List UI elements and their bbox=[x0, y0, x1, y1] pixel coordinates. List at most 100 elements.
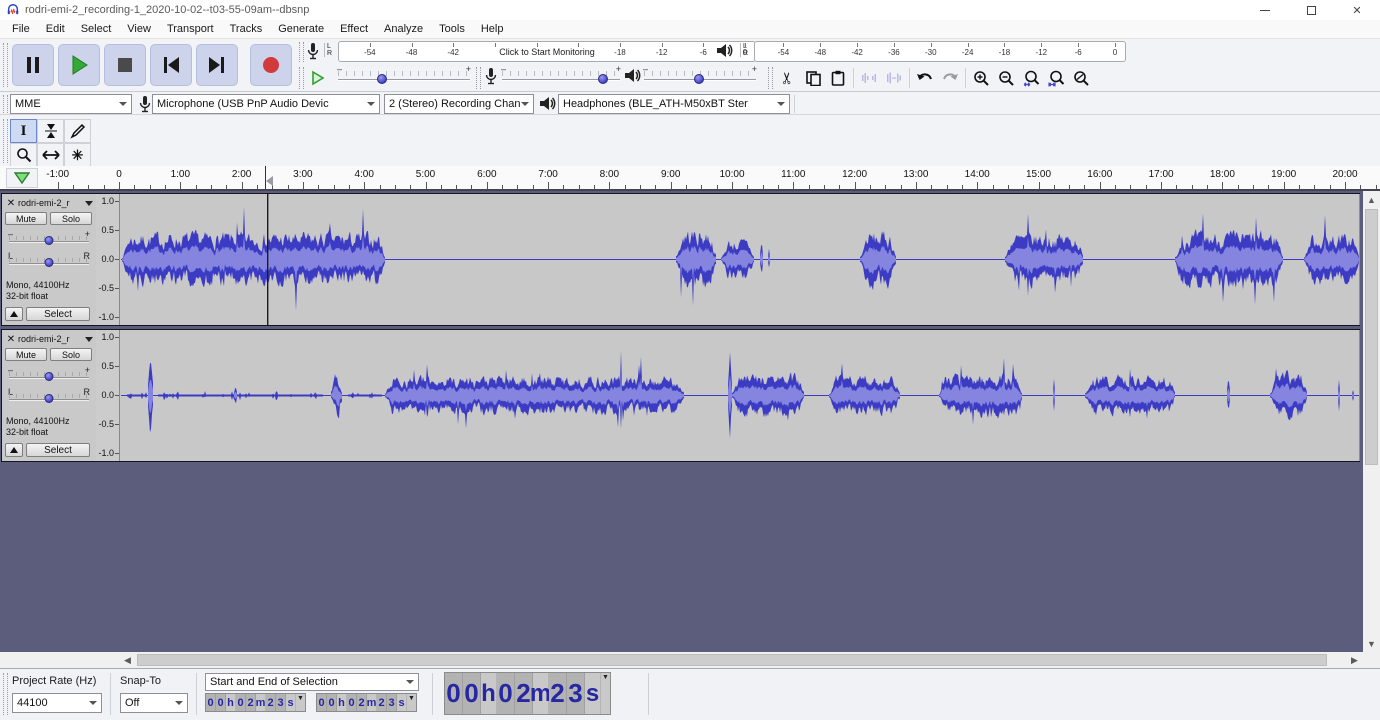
zoom-in-button[interactable] bbox=[969, 66, 993, 90]
scroll-left-arrow[interactable]: ◀ bbox=[119, 652, 136, 668]
recording-volume-slider[interactable]: –+ bbox=[502, 68, 620, 86]
skip-to-end-button[interactable] bbox=[196, 44, 238, 86]
menu-effect[interactable]: Effect bbox=[332, 21, 376, 37]
menu-generate[interactable]: Generate bbox=[270, 21, 332, 37]
mute-button[interactable]: Mute bbox=[5, 348, 47, 361]
selection-toolbar-grip[interactable] bbox=[3, 673, 8, 715]
recording-meter[interactable]: -54-48-42-18-12-60 Click to Start Monito… bbox=[338, 41, 756, 62]
pause-button[interactable] bbox=[12, 44, 54, 86]
collapse-track-button[interactable] bbox=[5, 307, 23, 321]
collapse-track-button[interactable] bbox=[5, 443, 23, 457]
play-button[interactable] bbox=[58, 44, 100, 86]
time-digit[interactable]: 2 bbox=[549, 673, 567, 714]
zoom-out-button[interactable] bbox=[994, 66, 1018, 90]
time-digit[interactable]: 0 bbox=[236, 694, 246, 711]
menu-tools[interactable]: Tools bbox=[431, 21, 473, 37]
monitor-prompt[interactable]: Click to Start Monitoring bbox=[494, 47, 600, 57]
time-digit[interactable]: 3 bbox=[387, 694, 397, 711]
minimize-button[interactable] bbox=[1242, 0, 1288, 20]
gain-slider[interactable]: –+ bbox=[9, 232, 89, 248]
record-button[interactable] bbox=[250, 44, 292, 86]
time-unit[interactable]: m bbox=[367, 694, 377, 711]
scroll-down-arrow[interactable]: ▼ bbox=[1363, 635, 1380, 652]
selection-end-field[interactable]: 00h02m23s▼ bbox=[316, 693, 417, 712]
selection-start-field[interactable]: 00h02m23s▼ bbox=[205, 693, 306, 712]
tools-toolbar-grip[interactable] bbox=[3, 119, 8, 163]
envelope-tool-button[interactable] bbox=[37, 119, 64, 143]
multi-tool-button[interactable]: ✳ bbox=[64, 143, 91, 167]
vertical-scale-ruler[interactable]: 1.00.50.0-0.5-1.0 bbox=[96, 330, 120, 461]
menu-analyze[interactable]: Analyze bbox=[376, 21, 431, 37]
cut-button[interactable]: ✂ bbox=[776, 66, 800, 90]
edit-toolbar-grip[interactable] bbox=[768, 67, 773, 89]
playback-volume-thumb[interactable] bbox=[694, 74, 704, 84]
track-close-button[interactable]: ✕ bbox=[5, 197, 17, 209]
time-shift-tool-button[interactable] bbox=[37, 143, 64, 167]
play-speed-slider[interactable]: –+ bbox=[338, 68, 470, 86]
draw-tool-button[interactable] bbox=[64, 119, 91, 143]
project-rate-select[interactable]: 44100 bbox=[12, 693, 102, 713]
time-digit[interactable]: 0 bbox=[206, 694, 216, 711]
recording-meter-grip[interactable] bbox=[299, 42, 304, 62]
time-unit[interactable]: m bbox=[533, 673, 549, 714]
play-at-speed-grip[interactable] bbox=[299, 67, 304, 89]
menu-edit[interactable]: Edit bbox=[38, 21, 73, 37]
time-digit[interactable]: 2 bbox=[246, 694, 256, 711]
mixer-toolbar-grip[interactable] bbox=[476, 67, 481, 89]
selection-mode-select[interactable]: Start and End of Selection bbox=[205, 673, 419, 691]
time-digit[interactable]: 0 bbox=[347, 694, 357, 711]
time-digit[interactable]: 0 bbox=[463, 673, 481, 714]
timeline-options-button[interactable] bbox=[6, 168, 38, 188]
copy-button[interactable] bbox=[801, 66, 825, 90]
time-unit[interactable]: s bbox=[585, 673, 601, 714]
waveform-display[interactable] bbox=[121, 330, 1360, 461]
time-unit[interactable]: h bbox=[337, 694, 347, 711]
horizontal-scrollbar[interactable]: ◀ ▶ bbox=[119, 652, 1363, 668]
scroll-right-arrow[interactable]: ▶ bbox=[1346, 652, 1363, 668]
vertical-scrollbar[interactable]: ▲ ▼ bbox=[1363, 191, 1380, 652]
vertical-scroll-thumb[interactable] bbox=[1365, 209, 1378, 465]
timeline-ruler[interactable]: -1:0001:002:003:004:005:006:007:008:009:… bbox=[0, 166, 1380, 191]
track-select-button[interactable]: Select bbox=[26, 307, 90, 321]
pan-slider[interactable]: LR bbox=[9, 390, 89, 406]
transport-toolbar-grip[interactable] bbox=[3, 43, 8, 87]
paste-button[interactable] bbox=[826, 66, 850, 90]
time-unit[interactable]: h bbox=[481, 673, 497, 714]
scroll-up-arrow[interactable]: ▲ bbox=[1363, 191, 1380, 208]
track-close-button[interactable]: ✕ bbox=[5, 333, 17, 345]
recording-device-select[interactable]: Microphone (USB PnP Audio Devic bbox=[152, 94, 380, 114]
playback-volume-slider[interactable]: –+ bbox=[644, 68, 756, 86]
time-format-arrow-icon[interactable]: ▼ bbox=[407, 694, 416, 711]
audio-host-select[interactable]: MME bbox=[10, 94, 132, 114]
skip-to-start-button[interactable] bbox=[150, 44, 192, 86]
solo-button[interactable]: Solo bbox=[50, 212, 92, 225]
time-digit[interactable]: 0 bbox=[497, 673, 515, 714]
track-canvas[interactable]: ✕rodri-emi-2_rMuteSolo–+LRMono, 44100Hz3… bbox=[0, 191, 1363, 652]
selection-tool-button[interactable]: I bbox=[10, 119, 37, 143]
time-unit[interactable]: s bbox=[397, 694, 407, 711]
maximize-button[interactable] bbox=[1288, 0, 1334, 20]
time-digit[interactable]: 2 bbox=[377, 694, 387, 711]
time-format-arrow-icon[interactable]: ▼ bbox=[601, 673, 610, 714]
menu-tracks[interactable]: Tracks bbox=[222, 21, 271, 37]
time-unit[interactable]: h bbox=[226, 694, 236, 711]
play-at-speed-button[interactable] bbox=[306, 66, 330, 90]
time-unit[interactable]: s bbox=[286, 694, 296, 711]
play-speed-slider-thumb[interactable] bbox=[377, 74, 387, 84]
menu-select[interactable]: Select bbox=[73, 21, 120, 37]
recording-volume-thumb[interactable] bbox=[598, 74, 608, 84]
waveform-display[interactable] bbox=[121, 194, 1360, 325]
track-name-menu[interactable]: rodri-emi-2_r bbox=[18, 333, 93, 345]
time-unit[interactable]: m bbox=[256, 694, 266, 711]
time-digit[interactable]: 2 bbox=[357, 694, 367, 711]
horizontal-scroll-thumb[interactable] bbox=[137, 654, 1327, 666]
playback-device-select[interactable]: Headphones (BLE_ATH-M50xBT Ster bbox=[558, 94, 790, 114]
track-select-button[interactable]: Select bbox=[26, 443, 90, 457]
zoom-toggle-button[interactable] bbox=[1069, 66, 1093, 90]
fit-selection-button[interactable] bbox=[1019, 66, 1043, 90]
time-digit[interactable]: 3 bbox=[567, 673, 585, 714]
fit-project-button[interactable] bbox=[1044, 66, 1068, 90]
close-button[interactable]: ✕ bbox=[1334, 0, 1380, 20]
solo-button[interactable]: Solo bbox=[50, 348, 92, 361]
time-digit[interactable]: 3 bbox=[276, 694, 286, 711]
